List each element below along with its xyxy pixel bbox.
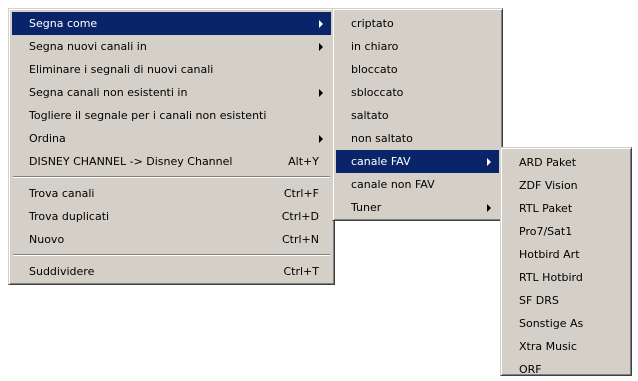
menu-item-label: RTL Paket [519,202,573,215]
context-menu-main: Segna come Segna nuovi canali in Eliminare… [8,8,335,285]
menu-item-ordina[interactable]: Ordina [12,127,331,150]
menu-item-togliere-il-segnale-per-i-canali-non-esistenti[interactable]: Togliere il segnale per i canali non esi… [12,104,331,127]
menu-item-label: RTL Hotbird [519,271,583,284]
menu-item-pro7-sat1[interactable]: Pro7/Sat1 [504,220,628,243]
menu-item-trova-canali[interactable]: Trova canali Ctrl+F [12,182,331,205]
menu-separator [12,251,331,260]
menu-item-label: Nuovo [29,233,65,246]
menu-item-rtl-hotbird[interactable]: RTL Hotbird [504,266,628,289]
menu-item-label: bloccato [351,63,398,76]
menu-item-label: Xtra Music [519,340,577,353]
menu-item-label: Segna come [29,17,98,30]
menu-item-label: Sonstige As [519,317,584,330]
menu-item-sonstige-as[interactable]: Sonstige As [504,312,628,335]
menu-item-label: ORF [519,363,542,376]
menu-item-label: Trova canali [29,187,95,200]
menu-item-label: ZDF Vision [519,179,578,192]
menu-item-tuner[interactable]: Tuner [336,196,499,219]
menu-item-suddividere[interactable]: Suddividere Ctrl+T [12,260,331,283]
submenu-arrow-icon [319,135,323,143]
menu-item-label: non saltato [351,132,413,145]
menu-item-in-chiaro[interactable]: in chiaro [336,35,499,58]
menu-item-label: DISNEY CHANNEL -> Disney Channel [29,155,233,168]
menu-item-zdf-vision[interactable]: ZDF Vision [504,174,628,197]
menu-item-label: Ordina [29,132,66,145]
menu-item-hotbird-art[interactable]: Hotbird Art [504,243,628,266]
menu-item-criptato[interactable]: criptato [336,12,499,35]
submenu-arrow-icon [487,204,491,212]
menu-item-label: Segna nuovi canali in [29,40,147,53]
submenu-segna-come: criptato in chiaro bloccato sbloccato saltat… [332,8,503,221]
menu-item-label: Tuner [351,201,382,214]
submenu-arrow-icon [319,43,323,51]
menu-item-label: Hotbird Art [519,248,580,261]
submenu-canale-fav: ARD Paket ZDF Vision RTL Paket Pro7/Sat1 Hot… [500,147,632,376]
menu-item-shortcut: Ctrl+N [281,233,319,246]
menu-item-orf[interactable]: ORF [504,358,628,381]
menu-item-label: canale non FAV [351,178,435,191]
menu-item-label: in chiaro [351,40,399,53]
menu-item-label: criptato [351,17,394,30]
menu-item-label: Suddividere [29,265,95,278]
menu-item-canale-non-fav[interactable]: canale non FAV [336,173,499,196]
menu-item-label: sbloccato [351,86,404,99]
menu-item-label: Pro7/Sat1 [519,225,573,238]
menu-item-sbloccato[interactable]: sbloccato [336,81,499,104]
menu-item-shortcut: Ctrl+F [283,187,319,200]
menu-item-trova-duplicati[interactable]: Trova duplicati Ctrl+D [12,205,331,228]
menu-item-label: saltato [351,109,389,122]
menu-item-segna-canali-non-esistenti-in[interactable]: Segna canali non esistenti in [12,81,331,104]
menu-item-label: canale FAV [351,155,411,168]
menu-item-rtl-paket[interactable]: RTL Paket [504,197,628,220]
menu-item-segna-come[interactable]: Segna come [12,12,331,35]
menu-item-sf-drs[interactable]: SF DRS [504,289,628,312]
menu-item-label: Segna canali non esistenti in [29,86,188,99]
menu-item-shortcut: Alt+Y [288,155,319,168]
menu-item-canale-fav[interactable]: canale FAV [336,150,499,173]
menu-item-bloccato[interactable]: bloccato [336,58,499,81]
menu-item-label: SF DRS [519,294,559,307]
menu-item-label: ARD Paket [519,156,577,169]
menu-separator [12,173,331,182]
menu-item-eliminare-i-segnali-di-nuovi-canali[interactable]: Eliminare i segnali di nuovi canali [12,58,331,81]
menu-item-non-saltato[interactable]: non saltato [336,127,499,150]
menu-item-disney-channel-disney-channel[interactable]: DISNEY CHANNEL -> Disney Channel Alt+Y [12,150,331,173]
submenu-arrow-icon [319,89,323,97]
menu-item-nuovo[interactable]: Nuovo Ctrl+N [12,228,331,251]
menu-item-label: Togliere il segnale per i canali non esi… [29,109,267,122]
menu-item-ard-paket[interactable]: ARD Paket [504,151,628,174]
menu-item-xtra-music[interactable]: Xtra Music [504,335,628,358]
menu-item-saltato[interactable]: saltato [336,104,499,127]
menu-item-label: Trova duplicati [29,210,110,223]
submenu-arrow-icon [487,158,491,166]
menu-item-shortcut: Ctrl+D [281,210,319,223]
submenu-arrow-icon [319,20,323,28]
menu-item-segna-nuovi-canali-in[interactable]: Segna nuovi canali in [12,35,331,58]
menu-item-shortcut: Ctrl+T [283,265,319,278]
menu-item-label: Eliminare i segnali di nuovi canali [29,63,214,76]
